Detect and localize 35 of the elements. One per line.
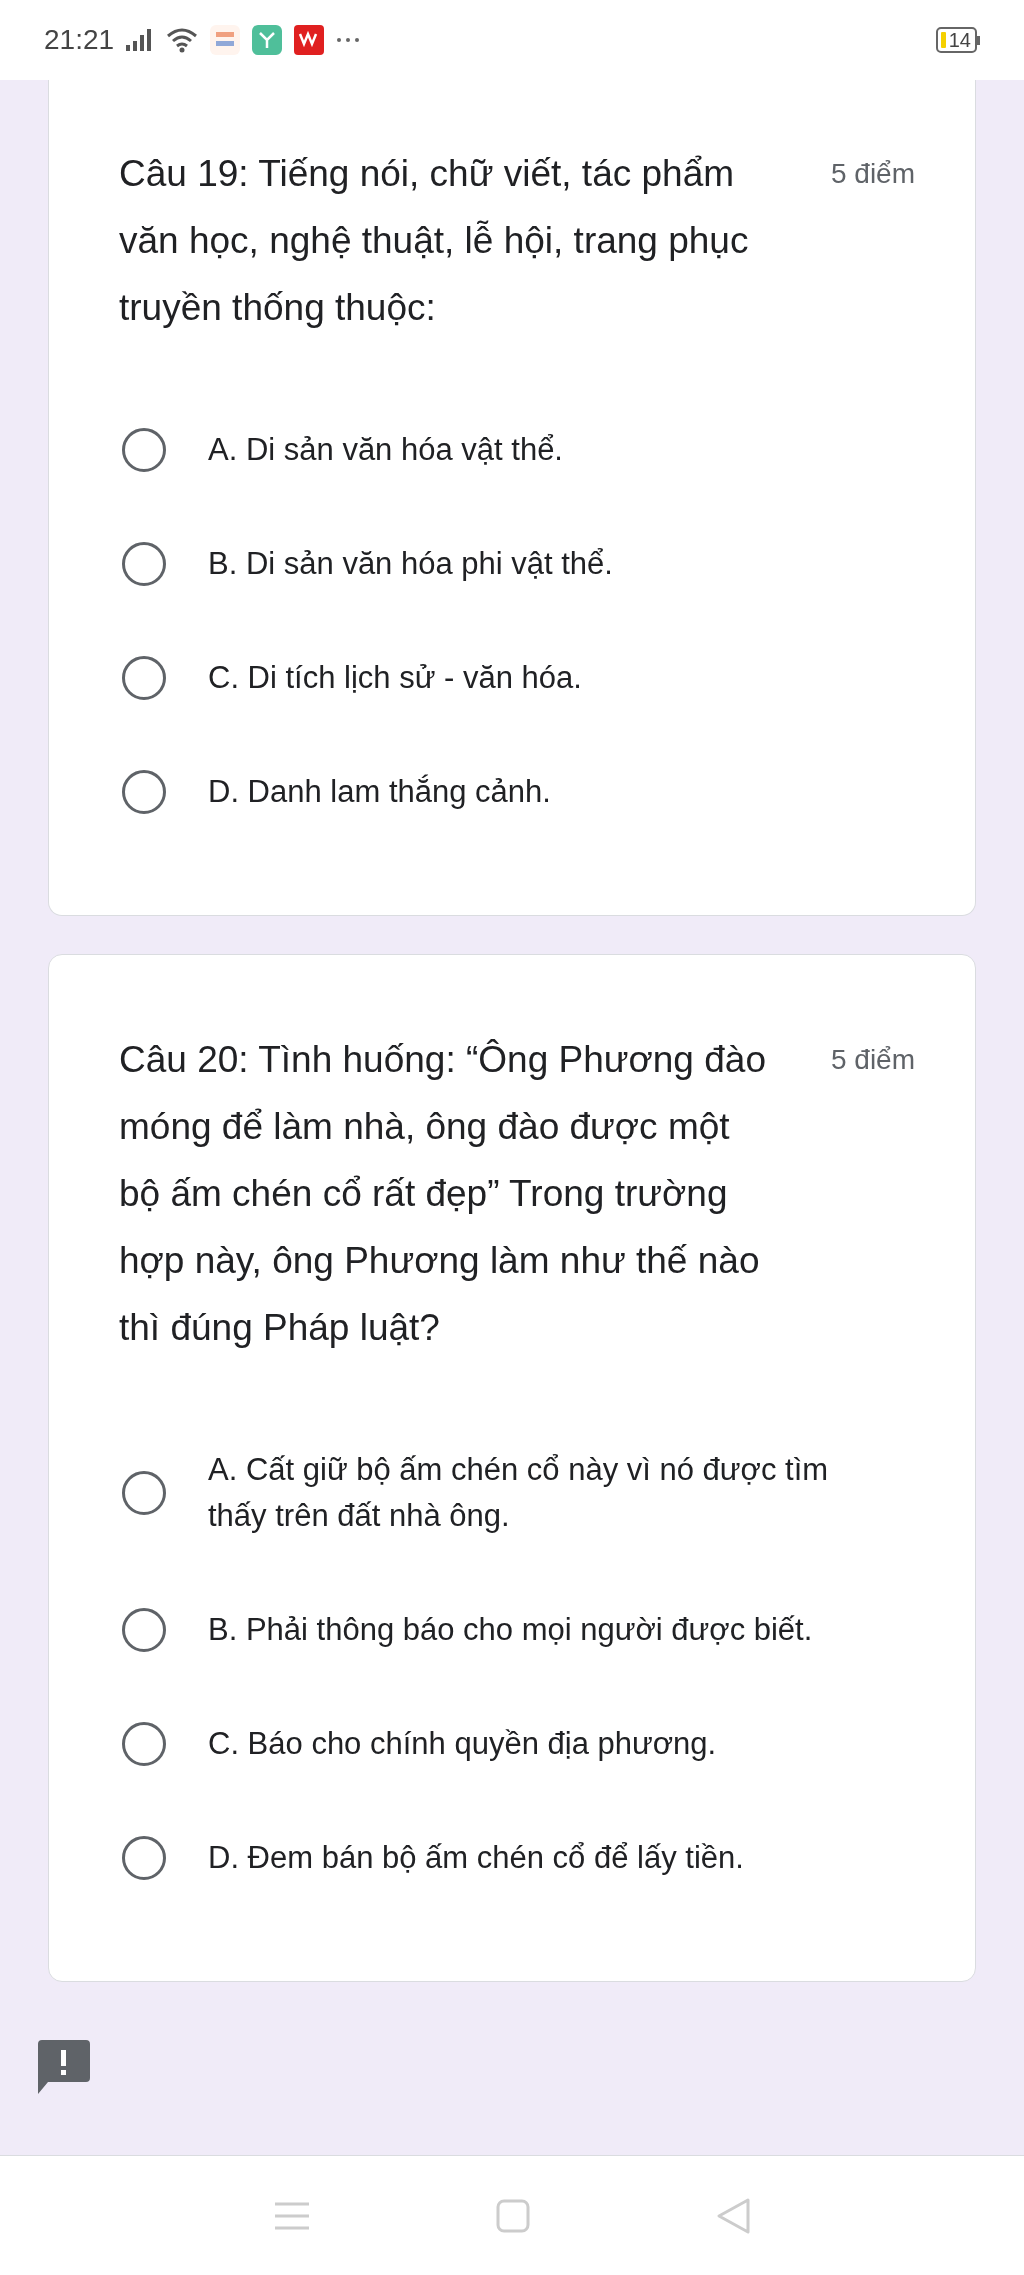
app-icon: [294, 25, 325, 55]
answer-option[interactable]: B. Phải thông báo cho mọi người được biết.: [119, 1607, 915, 1653]
radio-button[interactable]: [122, 770, 166, 814]
points-label: 5 điểm: [830, 1043, 915, 1077]
answer-option[interactable]: A. Di sản văn hóa vật thể.: [119, 427, 915, 473]
option-label: A. Di sản văn hóa vật thể.: [208, 431, 564, 469]
answer-option[interactable]: B. Di sản văn hóa phi vật thể.: [119, 541, 915, 587]
app-icon: [252, 25, 283, 55]
question-title: Câu 20: Tình huống: “Ông Phương đào móng để làm nhà, ông đào được một bộ ấm chén cổ rất đẹp” Trong trường hợp này, ông Phương làm như thế nào thì đúng Pháp luật?: [119, 1038, 767, 1350]
radio-button[interactable]: [122, 1836, 166, 1880]
radio-button[interactable]: [122, 1722, 166, 1766]
radio-button[interactable]: [122, 428, 166, 472]
option-label: B. Phải thông báo cho mọi người được biết.: [208, 1611, 814, 1649]
radio-button[interactable]: [122, 1608, 166, 1652]
status-time: 21:21: [44, 23, 115, 57]
battery-icon: 14: [935, 27, 980, 53]
question-title: Câu 19: Tiếng nói, chữ viết, tác phẩm văn học, nghệ thuật, lễ hội, trang phục truyền thống thuộc:: [119, 152, 750, 330]
wifi-icon: [166, 27, 199, 53]
option-label: A. Cất giữ bộ ấm chén cổ này vì nó được tìm thấy trên đất nhà ông.: [208, 1451, 830, 1535]
answer-option[interactable]: C. Báo cho chính quyền địa phương.: [119, 1721, 915, 1767]
answer-option[interactable]: D. Danh lam thắng cảnh.: [119, 769, 915, 815]
option-label: D. Danh lam thắng cảnh.: [208, 773, 552, 811]
points-label: 5 điểm: [830, 157, 915, 191]
answer-option[interactable]: A. Cất giữ bộ ấm chén cổ này vì nó được tìm thấy trên đất nhà ông.: [119, 1447, 915, 1539]
app-icon: [210, 25, 241, 55]
more-icon: [336, 37, 361, 43]
option-label: B. Di sản văn hóa phi vật thể.: [208, 545, 614, 583]
radio-button[interactable]: [122, 542, 166, 586]
answer-option[interactable]: C. Di tích lịch sử - văn hóa.: [119, 655, 915, 701]
option-label: C. Di tích lịch sử - văn hóa.: [208, 659, 583, 697]
radio-button[interactable]: [122, 656, 166, 700]
answer-option[interactable]: D. Đem bán bộ ấm chén cổ để lấy tiền.: [119, 1835, 915, 1881]
radio-button[interactable]: [122, 1471, 166, 1515]
option-label: C. Báo cho chính quyền địa phương.: [208, 1725, 718, 1763]
option-label: D. Đem bán bộ ấm chén cổ để lấy tiền.: [208, 1839, 745, 1877]
